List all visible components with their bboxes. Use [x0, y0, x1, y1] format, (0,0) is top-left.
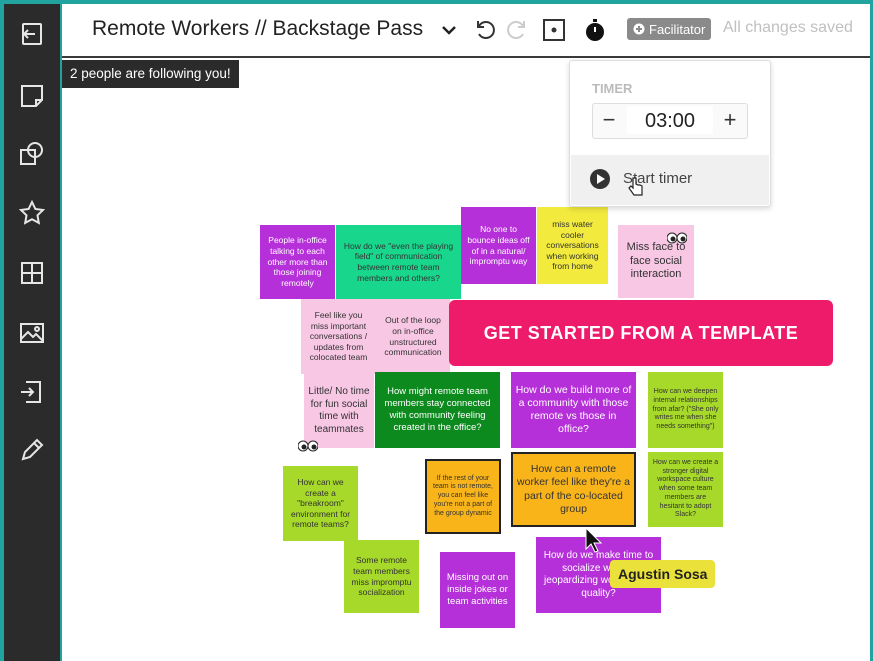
start-timer-button[interactable]: Start timer [571, 155, 769, 205]
hand-cursor-icon [628, 177, 644, 202]
sticky-note[interactable]: How can we create a stronger digital wor… [648, 452, 723, 527]
sticky-note[interactable]: People in-office talking to each other m… [260, 225, 335, 299]
play-icon [589, 168, 611, 195]
app-frame: Remote Workers // Backstage Pass Facilit… [0, 0, 873, 661]
focus-frame-icon[interactable] [540, 16, 568, 44]
following-banner: 2 people are following you! [62, 60, 239, 88]
board-title[interactable]: Remote Workers // Backstage Pass [92, 17, 423, 41]
pencil-icon[interactable] [16, 434, 48, 466]
sticky-note[interactable]: How do we build more of a community with… [511, 372, 636, 448]
sticky-note[interactable]: How can we deepen internal relationships… [648, 372, 723, 448]
import-icon[interactable] [16, 376, 48, 408]
stopwatch-icon[interactable] [581, 16, 609, 44]
timer-value[interactable]: 03:00 [627, 106, 713, 134]
facilitator-label: Facilitator [649, 21, 706, 37]
top-bar: Remote Workers // Backstage Pass Facilit… [62, 4, 870, 58]
sticky-note[interactable]: How might remote team members stay conne… [375, 372, 500, 448]
sticky-note[interactable]: Little/ No time for fun social time with… [304, 374, 374, 448]
star-icon[interactable] [16, 197, 48, 229]
sticky-note[interactable]: How do we "even the playing field" of co… [336, 225, 461, 299]
timer-label: TIMER [592, 81, 633, 96]
sticky-note[interactable]: How can a remote worker feel like they'r… [511, 452, 636, 527]
image-icon[interactable] [16, 317, 48, 349]
sticky-note[interactable]: If the rest of your team is not remote, … [425, 459, 501, 534]
grid-icon[interactable] [16, 257, 48, 289]
remote-user-cursor-label: Agustin Sosa [610, 560, 716, 588]
sticky-note[interactable]: miss water cooler conversations when wor… [537, 207, 608, 284]
facilitator-badge[interactable]: Facilitator [627, 18, 712, 40]
sticky-note[interactable]: Missing out on inside jokes or team acti… [440, 552, 515, 628]
sticky-note-icon[interactable] [16, 80, 48, 112]
sticky-note[interactable]: Some remote team members miss impromptu … [344, 540, 419, 613]
timer-panel: TIMER − 03:00 + Start timer [569, 60, 771, 207]
exit-icon[interactable] [16, 18, 48, 50]
facilitator-icon [633, 23, 645, 35]
timer-decrement-button[interactable]: − [593, 104, 625, 138]
sticky-note[interactable]: Out of the loop on in-office unstructure… [376, 299, 450, 374]
left-toolbar [4, 4, 60, 661]
get-started-template-button[interactable]: GET STARTED FROM A TEMPLATE [449, 300, 833, 366]
timer-increment-button[interactable]: + [714, 104, 746, 138]
redo-icon[interactable] [502, 16, 530, 44]
eyes-icon [666, 231, 688, 249]
remote-cursor-icon [585, 526, 605, 558]
save-status: All changes saved [723, 19, 853, 36]
chevron-down-icon[interactable] [435, 16, 463, 44]
eyes-icon [297, 439, 319, 457]
shapes-icon[interactable] [16, 138, 48, 170]
timer-stepper: − 03:00 + [592, 103, 748, 139]
sticky-note[interactable]: No one to bounce ideas off of in a natur… [461, 207, 536, 284]
undo-icon[interactable] [472, 16, 500, 44]
sticky-note[interactable]: Feel like you miss important conversatio… [301, 299, 376, 374]
sticky-note[interactable]: How can we create a "breakroom" environm… [283, 466, 358, 541]
